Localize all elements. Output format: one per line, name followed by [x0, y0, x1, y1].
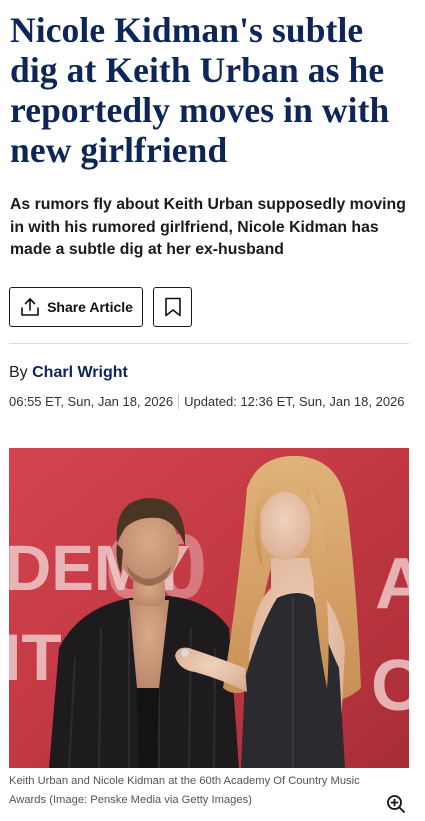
bookmark-icon	[164, 297, 182, 317]
zoom-in-icon	[386, 794, 406, 814]
byline-prefix: By	[9, 364, 28, 381]
zoom-image-button[interactable]	[385, 793, 407, 815]
article-page: Nicole Kidman's subtle dig at Keith Urba…	[0, 0, 425, 821]
byline: By Charl Wright	[9, 364, 128, 382]
bookmark-button[interactable]	[153, 287, 192, 327]
share-icon	[19, 296, 41, 318]
timestamp-separator	[178, 394, 180, 409]
section-divider	[9, 343, 409, 344]
article-headline: Nicole Kidman's subtle dig at Keith Urba…	[10, 10, 390, 170]
article-standfirst: As rumors fly about Keith Urban supposed…	[10, 196, 406, 258]
share-article-label: Share Article	[47, 299, 133, 315]
caption-credit: (Image: Penske Media via Getty Images)	[49, 794, 252, 806]
updated-time: Updated: 12:36 ET, Sun, Jan 18, 2026	[184, 394, 405, 409]
share-article-button[interactable]: Share Article	[9, 287, 143, 327]
backdrop-text-right: A	[375, 544, 409, 624]
article-hero-image[interactable]: DEMY ITRI A CC 60	[9, 448, 409, 768]
image-caption: Keith Urban and Nicole Kidman at the 60t…	[9, 772, 379, 810]
published-time: 06:55 ET, Sun, Jan 18, 2026	[9, 394, 174, 409]
author-link[interactable]: Charl Wright	[32, 364, 128, 381]
backdrop-text-right-2: CC	[371, 646, 409, 726]
article-timestamps: 06:55 ET, Sun, Jan 18, 2026 Updated: 12:3…	[9, 393, 409, 411]
